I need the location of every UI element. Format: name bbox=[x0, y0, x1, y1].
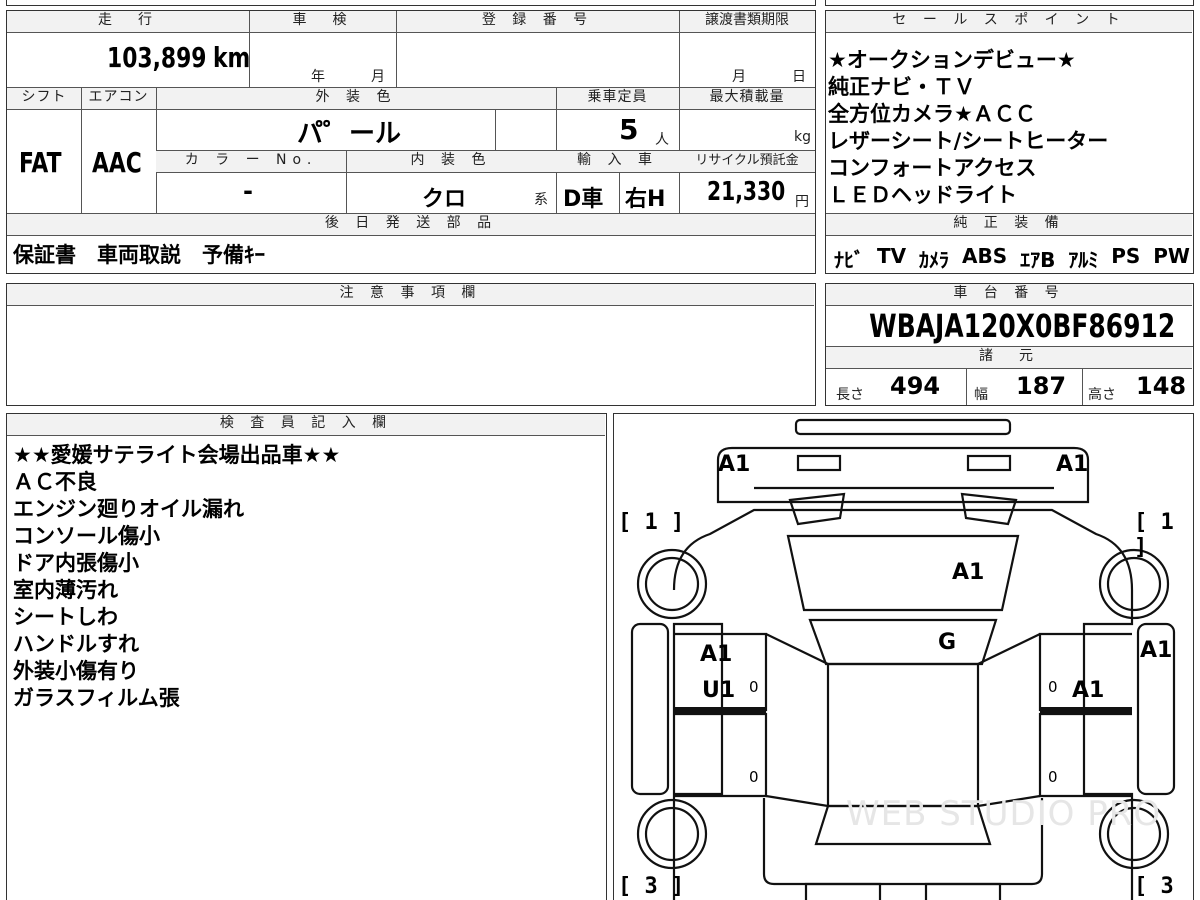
equipment-list: ﾅﾋﾞ TV ｶﾒﾗ ABS ｴｱB ｱﾙﾐ PS PW bbox=[834, 244, 1190, 273]
recycle-fee: 21,330 bbox=[707, 177, 786, 207]
inspector-line: エンジン廻りオイル漏れ bbox=[13, 497, 244, 521]
length-value: 494 bbox=[890, 372, 941, 400]
sales-points-list: ★オークションデビュー★ 純正ナビ・ＴＶ 全方位カメラ★ＡＣＣ レザーシート/シ… bbox=[828, 47, 1108, 209]
equipment-item: PW bbox=[1153, 244, 1190, 268]
exterior-color-value: パ゜ール bbox=[297, 119, 402, 149]
width-label: 幅 bbox=[974, 387, 988, 403]
notes-header: 注 意 事 項 欄 bbox=[7, 284, 814, 306]
max-load-unit: kg bbox=[794, 129, 811, 145]
sales-point-item: ★オークションデビュー★ bbox=[828, 48, 1076, 72]
transfer-month-label: 月 bbox=[732, 69, 746, 85]
notes-box: 注 意 事 項 欄 bbox=[6, 283, 816, 406]
mileage-unit: km bbox=[213, 41, 251, 74]
ac-value: AAC bbox=[92, 146, 142, 179]
width-value: 187 bbox=[1016, 372, 1067, 400]
transfer-header: 譲渡書類期限 bbox=[679, 11, 815, 33]
capacity-unit: 人 bbox=[655, 132, 669, 148]
inspection-year-label: 年 bbox=[311, 69, 325, 85]
shift-value: FAT bbox=[19, 146, 62, 179]
door-mark-front-right: 0 bbox=[1048, 678, 1058, 696]
door-mark-rear-left: 0 bbox=[749, 768, 759, 786]
max-load-header: 最大積載量 bbox=[679, 88, 815, 110]
sales-point-item: 純正ナビ・ＴＶ bbox=[828, 75, 975, 99]
exterior-color-header: 外 装 色 bbox=[156, 88, 556, 110]
equipment-item: ｱﾙﾐ bbox=[1068, 248, 1099, 272]
top-strip bbox=[6, 0, 816, 6]
capacity-header: 乗車定員 bbox=[556, 88, 679, 110]
inspector-line: 室内薄汚れ bbox=[13, 578, 118, 602]
equipment-item: TV bbox=[876, 244, 907, 268]
color-no-header: カ ラ ー No. bbox=[156, 151, 346, 173]
inspector-line: ＡＣ不良 bbox=[13, 470, 97, 494]
color-no-value: - bbox=[243, 177, 253, 205]
length-label: 長さ bbox=[836, 387, 864, 403]
damage-door-front-right: A1 bbox=[1072, 678, 1105, 703]
inspector-line: ガラスフィルム張 bbox=[13, 686, 180, 710]
watermark: WEB STUDIO PRO bbox=[846, 794, 1162, 834]
damage-hood: A1 bbox=[952, 560, 985, 585]
equipment-item: ｴｱB bbox=[1020, 248, 1056, 272]
recycle-unit: 円 bbox=[795, 194, 809, 210]
inspector-line: ドア内張傷小 bbox=[13, 551, 139, 575]
equipment-item: PS bbox=[1111, 244, 1141, 268]
sales-point-item: レザーシート/シートヒーター bbox=[828, 129, 1109, 153]
shift-header: シフト bbox=[7, 88, 81, 110]
chassis-box: 車 台 番 号 WBAJA120X0BF86912 諸 元 長さ 494 幅 1… bbox=[825, 283, 1194, 406]
equipment-item: ABS bbox=[961, 244, 1008, 268]
import-header: 輸 入 車 bbox=[556, 151, 679, 173]
specs-header: 諸 元 bbox=[826, 347, 1192, 369]
ac-header: エアコン bbox=[81, 88, 156, 110]
capacity-value: 5 bbox=[619, 113, 639, 146]
damage-door-front-left-1: A1 bbox=[700, 642, 733, 667]
damage-windshield: G bbox=[938, 630, 957, 655]
vehicle-info-table: 走 行 車 検 登 録 番 号 譲渡書類期限 103,899 km 年 月 月 … bbox=[6, 10, 816, 274]
registration-header: 登 録 番 号 bbox=[396, 11, 679, 33]
inspector-box: 検 査 員 記 入 欄 ★★愛媛サテライト会場出品車★★ ＡＣ不良 エンジン廻り… bbox=[6, 413, 607, 900]
inspector-notes: ★★愛媛サテライト会場出品車★★ ＡＣ不良 エンジン廻りオイル漏れ コンソール傷… bbox=[13, 442, 340, 712]
later-parts-value: 保証書 車両取説 予備ｷｰ bbox=[13, 243, 265, 267]
bracket-rear-left: [ 3 ] bbox=[618, 874, 685, 899]
door-mark-rear-right: 0 bbox=[1048, 768, 1058, 786]
transfer-day-label: 日 bbox=[792, 69, 806, 85]
later-parts-header: 後 日 発 送 部 品 bbox=[7, 214, 815, 236]
sales-point-item: ＬＥＤヘッドライト bbox=[828, 183, 1017, 207]
inspector-line: 外装小傷有り bbox=[13, 659, 139, 683]
equipment-header: 純 正 装 備 bbox=[826, 214, 1192, 236]
steering-side: 右H bbox=[625, 187, 666, 212]
inspection-header: 車 検 bbox=[249, 11, 396, 33]
sales-points-header: セ ー ル ス ポ イ ン ト bbox=[826, 11, 1192, 33]
bracket-rear-right: [ 3 ] bbox=[1134, 874, 1174, 900]
bracket-front-right: [ 1 ] bbox=[1134, 510, 1174, 560]
sales-points-box: セ ー ル ス ポ イ ン ト ★オークションデビュー★ 純正ナビ・ＴＶ 全方位… bbox=[825, 10, 1194, 274]
height-value: 148 bbox=[1136, 372, 1187, 400]
inspector-line: ★★愛媛サテライト会場出品車★★ bbox=[13, 443, 341, 467]
inspector-line: シートしわ bbox=[13, 605, 118, 629]
damage-front-left: A1 bbox=[718, 452, 751, 477]
inspector-line: コンソール傷小 bbox=[13, 524, 160, 548]
inspection-month-label: 月 bbox=[371, 69, 385, 85]
top-strip-right bbox=[825, 0, 1194, 6]
bracket-front-left: [ 1 ] bbox=[618, 510, 685, 535]
equipment-item: ｶﾒﾗ bbox=[919, 248, 950, 272]
chassis-header: 車 台 番 号 bbox=[826, 284, 1192, 306]
interior-color-suffix: 系 bbox=[534, 192, 548, 208]
recycle-header: リサイクル預託金 bbox=[679, 151, 815, 173]
equipment-item: ﾅﾋﾞ bbox=[834, 248, 864, 272]
interior-color-header: 内 装 色 bbox=[346, 151, 556, 173]
interior-color-value: クロ bbox=[422, 187, 467, 212]
damage-fender-right: A1 bbox=[1140, 638, 1173, 663]
sales-point-item: 全方位カメラ★ＡＣＣ bbox=[828, 102, 1036, 126]
door-mark-front-left: 0 bbox=[749, 678, 759, 696]
height-label: 高さ bbox=[1088, 387, 1116, 403]
import-type: D車 bbox=[563, 187, 604, 212]
inspector-header: 検 査 員 記 入 欄 bbox=[7, 414, 605, 436]
sales-point-item: コンフォートアクセス bbox=[828, 156, 1037, 180]
damage-door-front-left-2: U1 bbox=[702, 678, 736, 703]
chassis-number: WBAJA120X0BF86912 bbox=[869, 307, 1176, 345]
car-diagram-box: [ 1 ] [ 1 ] [ 3 ] [ 3 ] A1 A1 A1 G A1 A1… bbox=[613, 413, 1194, 900]
damage-front-right: A1 bbox=[1056, 452, 1089, 477]
mileage-header: 走 行 bbox=[7, 11, 249, 33]
inspector-line: ハンドルすれ bbox=[13, 632, 139, 656]
